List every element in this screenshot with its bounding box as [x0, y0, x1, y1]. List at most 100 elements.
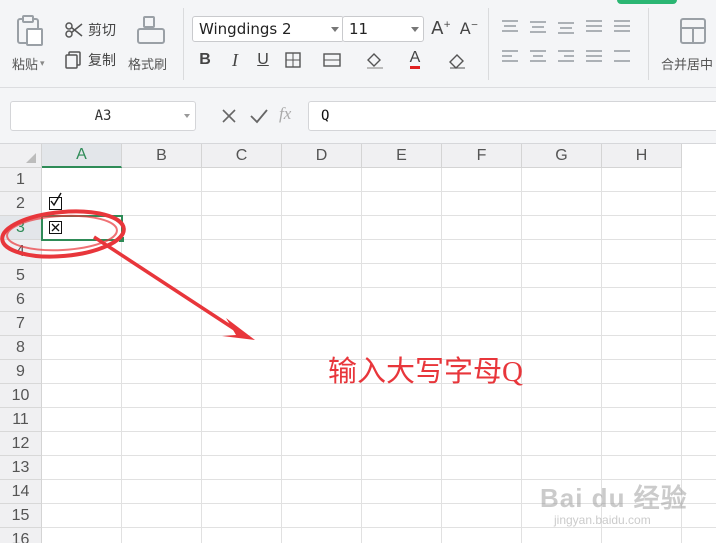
chevron-down-icon [184, 114, 190, 118]
chevron-down-icon [411, 27, 419, 32]
eraser-icon [449, 54, 465, 69]
row-header-14[interactable]: 14 [0, 480, 42, 504]
close-icon [222, 109, 236, 123]
formula-input[interactable]: Q [308, 101, 716, 131]
grid-hline [42, 455, 716, 456]
cut-label: 剪切 [88, 23, 116, 39]
merge-center-button[interactable] [678, 16, 708, 46]
paste-button[interactable] [12, 14, 46, 48]
grid-hline [42, 407, 716, 408]
confirm-edit-button[interactable] [249, 107, 269, 129]
row-header-11[interactable]: 11 [0, 408, 42, 432]
format-painter-label: 格式刷 [128, 58, 168, 73]
watermark: Bai du 经验 jingyan.baidu.com [540, 478, 688, 527]
fill-pattern-button[interactable] [322, 49, 344, 71]
ribbon-divider [488, 8, 489, 80]
font-color-icon: A [409, 49, 421, 69]
increase-font-size-button[interactable]: A+ [430, 17, 452, 39]
column-header-a[interactable]: A [42, 144, 122, 168]
row-header-13[interactable]: 13 [0, 456, 42, 480]
font-size-value: 11 [349, 20, 369, 38]
row-header-15[interactable]: 15 [0, 504, 42, 528]
watermark-sub: jingyan.baidu.com [554, 513, 651, 527]
bold-icon: B [199, 51, 211, 68]
column-header-g[interactable]: G [522, 144, 602, 168]
alignment-icons [502, 20, 630, 62]
column-header-h[interactable]: H [602, 144, 682, 168]
insert-function-button[interactable]: fx [279, 104, 291, 124]
chevron-down-icon [331, 27, 339, 32]
grid-hline [42, 431, 716, 432]
grid-hline [42, 335, 716, 336]
annotation-label: 输入大写字母Q [328, 356, 523, 388]
row-header-4[interactable]: 4 [0, 240, 42, 264]
ribbon-divider [183, 8, 184, 80]
formula-bar: A3 fx Q [0, 88, 716, 144]
check-icon [250, 109, 268, 124]
fill-color-button[interactable] [364, 49, 386, 71]
watermark-main: Bai du 经验 [540, 483, 688, 513]
paste-label[interactable]: 粘贴 ▾ [12, 54, 45, 73]
grid-hline [42, 239, 716, 240]
clear-format-button[interactable] [446, 49, 468, 71]
chevron-down-icon: ▾ [40, 58, 45, 69]
grid-hline [42, 263, 716, 264]
format-painter-icon [137, 16, 165, 44]
ribbon-accent-bar [617, 0, 677, 4]
checkbox-checked-icon [49, 192, 62, 210]
font-color-button[interactable]: A [404, 48, 426, 70]
fill-handle[interactable] [119, 237, 124, 242]
border-icon [285, 52, 301, 68]
merge-cells-icon [680, 18, 706, 44]
alignment-group [500, 18, 640, 74]
row-header-5[interactable]: 5 [0, 264, 42, 288]
row-header-7[interactable]: 7 [0, 312, 42, 336]
column-header-f[interactable]: F [442, 144, 522, 168]
name-box[interactable]: A3 [10, 101, 196, 131]
row-header-2[interactable]: 2 [0, 192, 42, 216]
row-header-8[interactable]: 8 [0, 336, 42, 360]
copy-label: 复制 [88, 53, 116, 69]
border-button[interactable] [282, 49, 304, 71]
row-header-10[interactable]: 10 [0, 384, 42, 408]
font-increase-icon: A+ [431, 17, 451, 39]
formula-input-value: Q [321, 108, 330, 124]
font-name-select[interactable]: Wingdings 2 [192, 16, 344, 42]
font-size-select[interactable]: 11 [342, 16, 424, 42]
decrease-font-size-button[interactable]: A− [458, 17, 480, 39]
underline-button[interactable]: U [252, 49, 274, 71]
name-box-value: A3 [94, 108, 112, 124]
row-header-3[interactable]: 3 [0, 216, 42, 240]
copy-button[interactable]: 复制 [64, 50, 116, 70]
grid-hline [42, 287, 716, 288]
grid-hline [42, 527, 716, 528]
row-header-1[interactable]: 1 [0, 168, 42, 192]
cell-a3[interactable] [49, 221, 62, 234]
column-header-c[interactable]: C [202, 144, 282, 168]
font-decrease-icon: A− [459, 18, 479, 38]
row-header-12[interactable]: 12 [0, 432, 42, 456]
ribbon-divider [648, 8, 649, 80]
underline-icon: U [257, 51, 269, 68]
column-header-b[interactable]: B [122, 144, 202, 168]
select-all-corner[interactable] [0, 144, 42, 168]
cut-button[interactable]: 剪切 [64, 20, 116, 40]
row-header-16[interactable]: 16 [0, 528, 42, 543]
format-painter-button[interactable] [134, 14, 168, 48]
fx-icon: fx [279, 104, 292, 123]
grid-hline [42, 191, 716, 192]
font-name-value: Wingdings 2 [199, 20, 292, 38]
cell-a2[interactable] [49, 192, 62, 210]
column-header-d[interactable]: D [282, 144, 362, 168]
checkbox-crossed-icon [49, 221, 62, 234]
paste-text: 粘贴 [12, 58, 39, 73]
row-header-6[interactable]: 6 [0, 288, 42, 312]
grid-hline [42, 215, 716, 216]
cancel-edit-button[interactable] [220, 107, 238, 129]
paint-bucket-icon [367, 53, 383, 69]
column-header-e[interactable]: E [362, 144, 442, 168]
italic-button[interactable]: I [224, 49, 246, 71]
merge-center-label: 合并居中 [661, 58, 714, 73]
row-header-9[interactable]: 9 [0, 360, 42, 384]
bold-button[interactable]: B [194, 49, 216, 71]
